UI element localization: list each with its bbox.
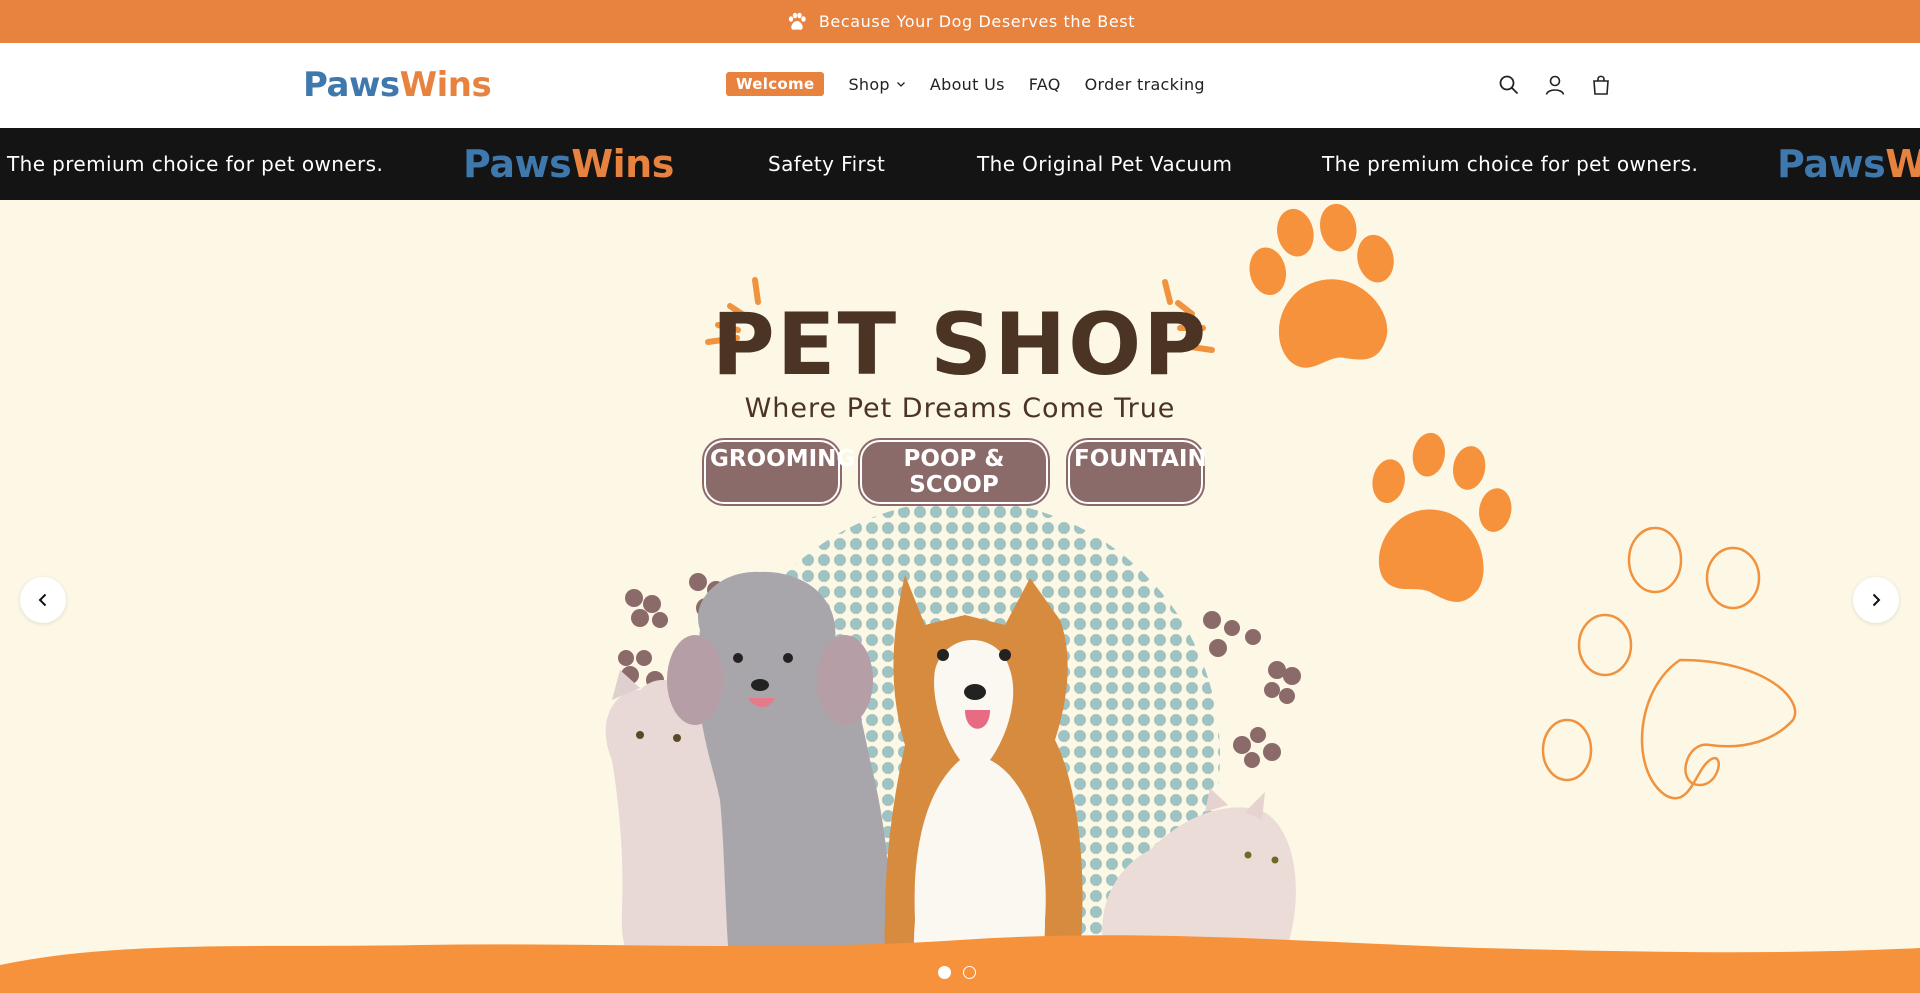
slide-dots: [938, 966, 976, 979]
slide-prev-button[interactable]: [20, 577, 66, 623]
marquee-bar: The premium choice for pet owners. Pa ws W…: [0, 128, 1920, 200]
slide-dot-2[interactable]: [963, 966, 976, 979]
nav-order-tracking[interactable]: Order tracking: [1085, 75, 1205, 94]
paw-outline-decoration: [1541, 526, 1797, 800]
marquee-item: The premium choice for pet owners.: [1322, 152, 1699, 176]
announcement-bar: Because Your Dog Deserves the Best: [0, 0, 1920, 43]
marquee-item: The Original Pet Vacuum: [977, 152, 1233, 176]
hero-subtitle: Where Pet Dreams Come True: [744, 393, 1176, 424]
header-icons: [1497, 73, 1613, 97]
nav-about-us[interactable]: About Us: [930, 75, 1005, 94]
cart-icon[interactable]: [1589, 73, 1613, 97]
tag-poop-scoop: POOP & SCOOP: [860, 440, 1048, 504]
nav-shop-label: Shop: [848, 74, 890, 94]
marquee-item: The premium choice for pet owners.: [7, 152, 384, 176]
announcement-text: Because Your Dog Deserves the Best: [818, 12, 1136, 31]
main-nav: Welcome Shop About Us FAQ Order tracking: [726, 72, 1205, 96]
account-icon[interactable]: [1543, 73, 1567, 97]
chevron-right-icon: [1872, 593, 1881, 607]
tag-fountain: FOUNTAIN: [1068, 440, 1207, 504]
chevron-left-icon: [38, 593, 47, 607]
brand-logo[interactable]: Pa ws Wins: [303, 65, 492, 105]
site-header: Pa ws Wins Welcome Shop About Us FAQ Order…: [0, 43, 1920, 128]
paw-icon: [788, 12, 806, 30]
paw-decoration: [1372, 432, 1512, 602]
marquee-logo: PawsWins: [1777, 142, 1920, 186]
tag-grooming: GROOMING: [704, 440, 855, 504]
nav-faq[interactable]: FAQ: [1029, 75, 1061, 94]
corgi-image: [884, 575, 1083, 970]
nav-shop[interactable]: Shop: [848, 75, 905, 94]
hero-title: PET SHOP: [711, 295, 1209, 395]
slide-next-button[interactable]: [1853, 577, 1899, 623]
search-icon[interactable]: [1497, 73, 1521, 97]
slide-dot-1[interactable]: [938, 966, 951, 979]
chevron-down-icon: [896, 82, 905, 87]
nav-welcome[interactable]: Welcome: [726, 72, 825, 96]
hero-slideshow: PET SHOP Where Pet Dreams Come True GROO…: [0, 200, 1920, 993]
hero-tags: GROOMING POOP & SCOOP FOUNTAIN: [704, 440, 1207, 504]
marquee-item: Safety First: [768, 152, 886, 176]
ground-wave: [0, 935, 1920, 993]
marquee-logo: PawsWins: [463, 142, 674, 186]
